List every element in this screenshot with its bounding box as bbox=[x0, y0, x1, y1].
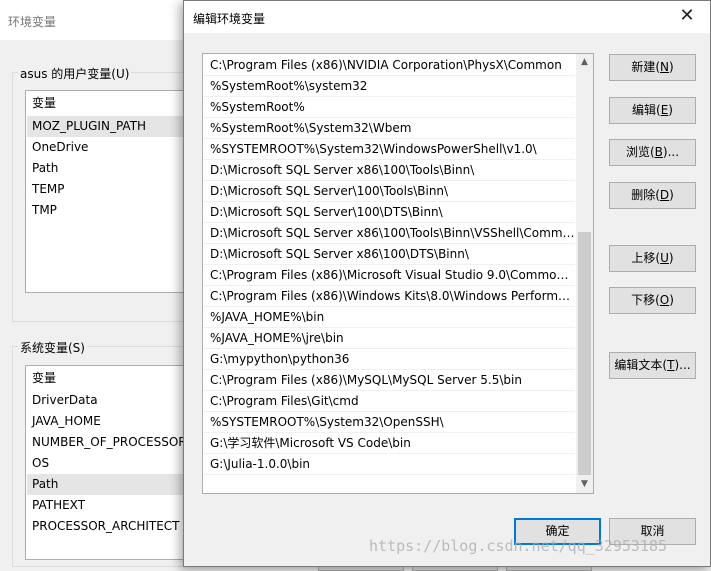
edit-env-var-dialog: 编辑环境变量 ✕ C:\Program Files (x86)\NVIDIA C… bbox=[183, 0, 711, 567]
path-row[interactable]: C:\Program Files (x86)\Microsoft Visual … bbox=[203, 265, 575, 286]
vertical-scrollbar[interactable]: ▲ ▼ bbox=[576, 54, 593, 493]
path-row[interactable]: %SYSTEMROOT%\System32\OpenSSH\ bbox=[203, 412, 575, 433]
dialog-title: 编辑环境变量 bbox=[193, 12, 266, 26]
edit-text-button-tail: )... bbox=[674, 358, 691, 372]
user-vars-group-label: asus 的用户变量(U) bbox=[18, 65, 132, 82]
path-row[interactable]: C:\Program Files (x86)\Windows Kits\8.0\… bbox=[203, 286, 575, 307]
path-row[interactable]: %SystemRoot%\System32\Wbem bbox=[203, 118, 575, 139]
move-up-button-accel: U bbox=[660, 251, 669, 265]
move-up-button-label: 上移( bbox=[631, 251, 661, 265]
close-icon[interactable]: ✕ bbox=[664, 1, 710, 31]
system-var-row[interactable]: OS bbox=[32, 453, 49, 474]
move-up-button-tail: ) bbox=[668, 251, 674, 265]
system-vars-list[interactable]: 变量 DriverData JAVA_HOME NUMBER_OF_PROCES… bbox=[25, 365, 195, 560]
move-up-button[interactable]: 上移(U) bbox=[609, 245, 696, 272]
edit-text-button-label: 编辑文本( bbox=[614, 358, 668, 372]
new-button-tail: ) bbox=[668, 60, 674, 74]
move-down-button-label: 下移( bbox=[631, 293, 660, 307]
user-var-row[interactable]: TEMP bbox=[32, 179, 65, 200]
path-row[interactable]: D:\Microsoft SQL Server x86\100\Tools\Bi… bbox=[203, 160, 575, 181]
system-var-row[interactable]: DriverData bbox=[32, 390, 98, 411]
system-var-row[interactable]: PROCESSOR_ARCHITECT bbox=[32, 516, 180, 537]
user-vars-header[interactable]: 变量 bbox=[32, 93, 56, 114]
browse-button-accel: B bbox=[654, 145, 663, 159]
user-vars-list[interactable]: 变量 MOZ_PLUGIN_PATH OneDrive Path TEMP TM… bbox=[25, 90, 195, 293]
path-row[interactable]: C:\Program Files\Git\cmd bbox=[203, 391, 575, 412]
system-var-row[interactable]: JAVA_HOME bbox=[32, 411, 101, 432]
path-row[interactable]: %SystemRoot% bbox=[203, 97, 575, 118]
path-list[interactable]: C:\Program Files (x86)\NVIDIA Corporatio… bbox=[202, 53, 594, 494]
system-var-row[interactable]: Path bbox=[27, 474, 194, 495]
path-row[interactable]: C:\Program Files (x86)\NVIDIA Corporatio… bbox=[203, 55, 575, 76]
delete-button-tail: ) bbox=[669, 188, 674, 202]
delete-button-label: 删除( bbox=[631, 188, 660, 202]
system-var-row[interactable]: PATHEXT bbox=[32, 495, 85, 516]
browse-button-tail: )... bbox=[662, 145, 680, 159]
browse-button-label: 浏览( bbox=[625, 145, 655, 159]
browse-button[interactable]: 浏览(B)... bbox=[609, 139, 696, 166]
system-vars-header[interactable]: 变量 bbox=[32, 368, 56, 389]
delete-button[interactable]: 删除(D) bbox=[609, 182, 696, 209]
path-row[interactable]: D:\Microsoft SQL Server x86\100\Tools\Bi… bbox=[203, 223, 575, 244]
ok-button[interactable]: 确定 bbox=[514, 518, 601, 545]
path-row[interactable]: %SYSTEMROOT%\System32\WindowsPowerShell\… bbox=[203, 139, 575, 160]
new-button-label: 新建( bbox=[631, 60, 660, 74]
user-var-row[interactable]: MOZ_PLUGIN_PATH bbox=[27, 116, 194, 137]
delete-button-accel: D bbox=[659, 188, 670, 202]
cancel-button[interactable]: 取消 bbox=[609, 518, 696, 545]
edit-text-button[interactable]: 编辑文本(T)... bbox=[609, 352, 696, 379]
scroll-up-icon[interactable]: ▲ bbox=[576, 54, 593, 71]
edit-button-tail: ) bbox=[668, 103, 673, 117]
move-down-button[interactable]: 下移(O) bbox=[609, 287, 696, 314]
path-row[interactable]: G:\学习软件\Microsoft VS Code\bin bbox=[203, 433, 575, 454]
move-down-button-tail: ) bbox=[669, 293, 674, 307]
edit-button[interactable]: 编辑(E) bbox=[609, 97, 696, 124]
path-row[interactable]: D:\Microsoft SQL Server\100\Tools\Binn\ bbox=[203, 181, 575, 202]
scroll-thumb[interactable] bbox=[578, 232, 591, 475]
path-row[interactable]: %SystemRoot%\system32 bbox=[203, 76, 575, 97]
user-var-row[interactable]: Path bbox=[32, 158, 58, 179]
path-row[interactable]: D:\Microsoft SQL Server\100\DTS\Binn\ bbox=[203, 202, 575, 223]
path-row[interactable]: %JAVA_HOME%\bin bbox=[203, 307, 575, 328]
user-var-row[interactable]: TMP bbox=[32, 200, 57, 221]
path-row[interactable]: C:\Program Files (x86)\MySQL\MySQL Serve… bbox=[203, 370, 575, 391]
path-row[interactable]: G:\mypython\python36 bbox=[203, 349, 575, 370]
bg-window-title: 环境变量 bbox=[8, 15, 57, 29]
path-row[interactable]: %JAVA_HOME%\jre\bin bbox=[203, 328, 575, 349]
move-down-button-accel: O bbox=[659, 293, 670, 307]
new-button-accel: N bbox=[660, 60, 669, 74]
dialog-titlebar: 编辑环境变量 ✕ bbox=[184, 1, 710, 33]
scroll-down-icon[interactable]: ▼ bbox=[576, 476, 593, 493]
user-var-row[interactable]: OneDrive bbox=[32, 137, 88, 158]
edit-button-label: 编辑( bbox=[632, 103, 661, 117]
path-row[interactable]: G:\Julia-1.0.0\bin bbox=[203, 454, 575, 475]
system-var-row[interactable]: NUMBER_OF_PROCESSOR bbox=[32, 432, 187, 453]
path-row[interactable]: D:\Microsoft SQL Server x86\100\DTS\Binn… bbox=[203, 244, 575, 265]
new-button[interactable]: 新建(N) bbox=[609, 54, 696, 81]
system-vars-group-label: 系统变量(S) bbox=[18, 339, 87, 356]
